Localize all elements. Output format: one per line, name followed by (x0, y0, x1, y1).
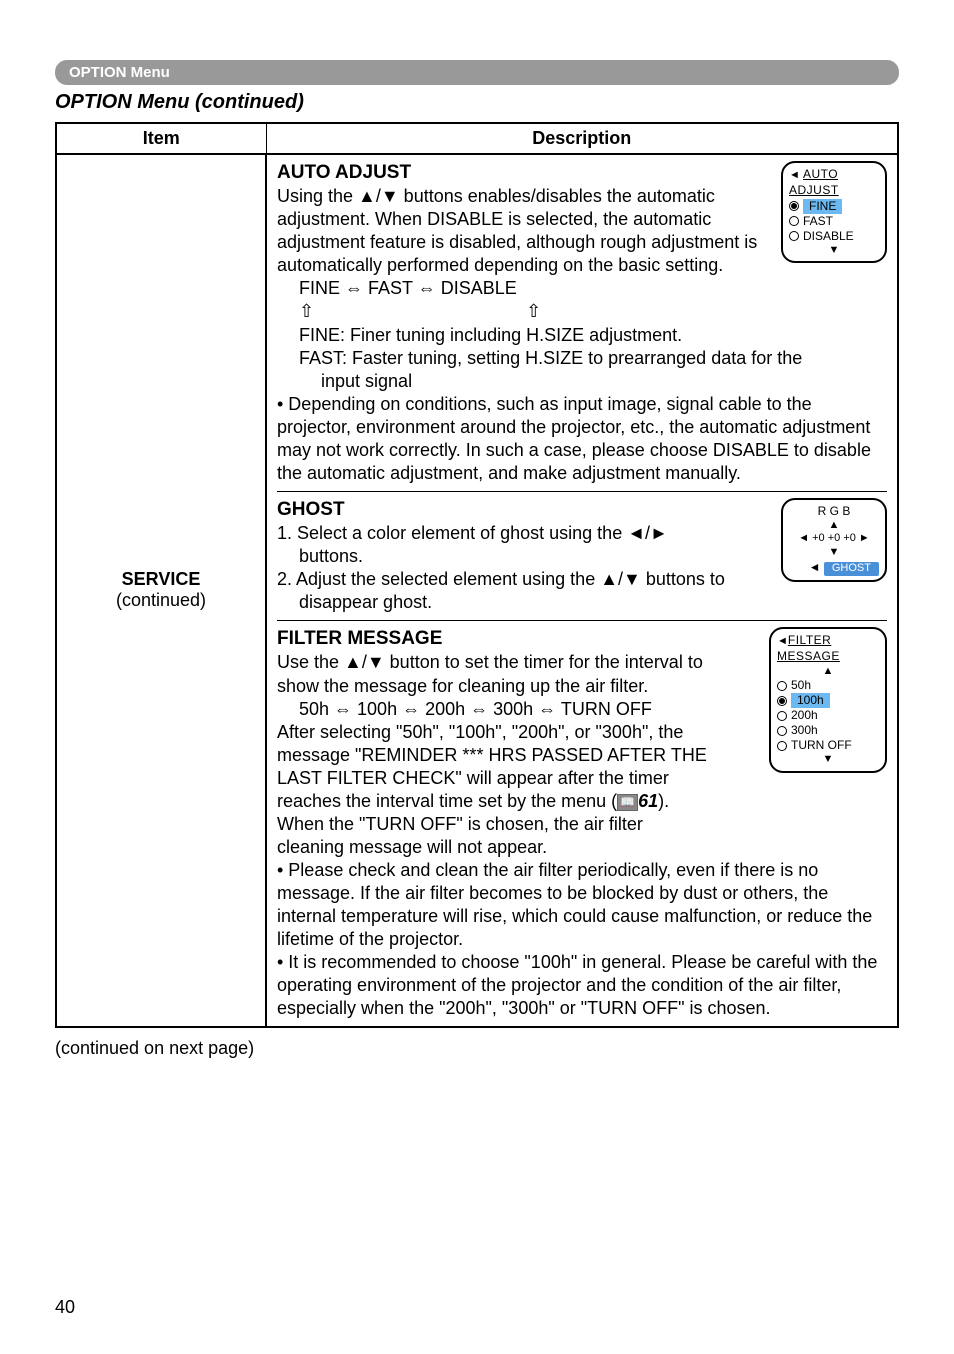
separator (277, 491, 887, 492)
osd-opt-100h: 100h (791, 693, 830, 708)
filter-p2d: reaches the interval time set by the men… (277, 790, 887, 813)
osd-opt-turnoff: TURN OFF (791, 738, 852, 753)
item-name: SERVICE (57, 569, 265, 590)
radio-icon (777, 711, 787, 721)
radio-icon (777, 681, 787, 691)
book-icon: 📖 (617, 794, 638, 811)
ghost-label: GHOST (824, 562, 879, 576)
osd-opt-fine: FINE (803, 199, 842, 214)
fast-desc-a: FAST: Faster tuning, setting H.SIZE to p… (277, 347, 887, 370)
auto-adjust-osd-box: ◄ AUTO ADJUST FINE FAST DISABLE ▼ (781, 161, 887, 263)
p2d-post: ). (658, 791, 669, 811)
osd-opt-300h: 300h (791, 723, 818, 738)
th-item: Item (56, 123, 266, 154)
option-table: Item Description SERVICE (continued) ◄ A… (55, 122, 899, 1028)
down-arrow-icon: ▼ (789, 546, 879, 560)
ghost-line2b: disappear ghost. (277, 591, 887, 614)
item-continued: (continued) (57, 590, 265, 611)
up-arrow-icon: ▲ (777, 665, 879, 679)
fast-desc-b: input signal (277, 370, 887, 393)
filter-bullet2: • It is recommended to choose "100h" in … (277, 951, 887, 1020)
down-arrow-icon: ▼ (789, 244, 879, 258)
page-number: 40 (55, 1297, 75, 1318)
cycle-arrows: ⇧ ⇧ (277, 300, 887, 323)
section-title: OPTION Menu (continued) (55, 91, 899, 114)
th-desc: Description (266, 123, 898, 154)
ghost-osd-box: R G B ▲ ◄ +0 +0 +0 ► ▼ ◄ GHOST (781, 498, 887, 582)
filter-osd-box: ◄FILTER MESSAGE ▲ 50h 100h 200h 300h TUR… (769, 627, 887, 773)
down-arrow-icon: ▼ (777, 753, 879, 767)
desc-cell: ◄ AUTO ADJUST FINE FAST DISABLE ▼ AUTO A… (266, 154, 898, 1027)
osd-title: AUTO ADJUST (789, 167, 839, 197)
filter-p2f: cleaning message will not appear. (277, 836, 887, 859)
menu-pill-header: OPTION Menu (55, 60, 899, 85)
up-arrow-icon: ▲ (789, 519, 879, 533)
separator (277, 620, 887, 621)
filter-p2e: When the "TURN OFF" is chosen, the air f… (277, 813, 887, 836)
page-ref-num: 61 (638, 791, 658, 811)
p2d-pre: reaches the interval time set by the men… (277, 791, 617, 811)
radio-icon (777, 726, 787, 736)
osd-opt-50h: 50h (791, 678, 811, 693)
radio-icon (777, 741, 787, 751)
continued-note: (continued on next page) (55, 1038, 899, 1059)
radio-icon (789, 201, 799, 211)
osd-opt-fast: FAST (803, 214, 833, 229)
osd-opt-disable: DISABLE (803, 229, 854, 244)
filter-bullet1: • Please check and clean the air filter … (277, 859, 887, 951)
auto-adjust-cycle: FINE ⇔ FAST ⇔ DISABLE (277, 277, 887, 300)
radio-icon (789, 231, 799, 241)
auto-adjust-bullet: • Depending on conditions, such as input… (277, 393, 887, 485)
radio-icon (789, 216, 799, 226)
item-cell: SERVICE (continued) (56, 154, 266, 1027)
fine-desc: FINE: Finer tuning including H.SIZE adju… (277, 324, 887, 347)
radio-icon (777, 696, 787, 706)
osd-title: FILTER MESSAGE (777, 633, 840, 663)
osd-opt-200h: 200h (791, 708, 818, 723)
ghost-rgb: R G B (789, 504, 879, 519)
ghost-vals: ◄ +0 +0 +0 ► (789, 532, 879, 546)
